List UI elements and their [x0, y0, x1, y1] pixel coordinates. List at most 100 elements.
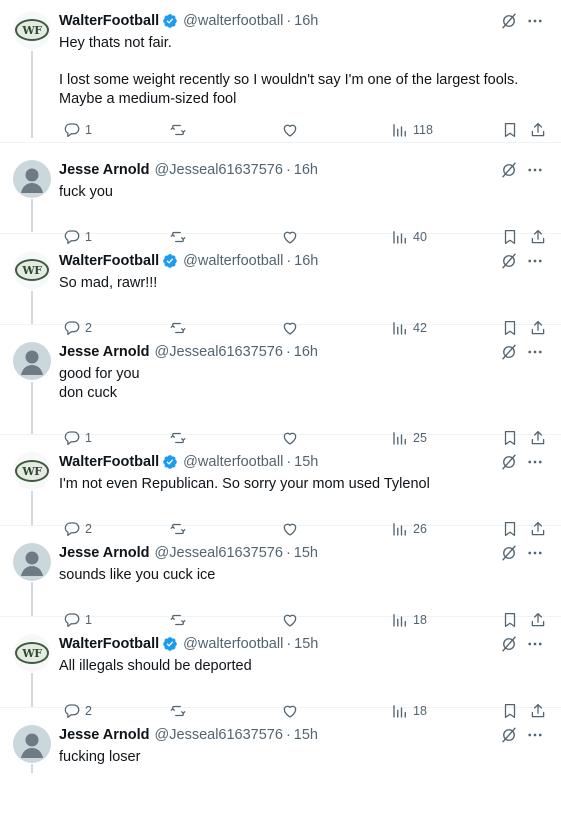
separator-dot: · — [285, 727, 291, 743]
post-text: good for you don cuck — [59, 366, 140, 401]
avatar-logo: WF — [15, 259, 49, 281]
grok-icon[interactable] — [500, 343, 518, 361]
post-text: fuck you — [59, 184, 113, 200]
avatar[interactable]: WF — [13, 251, 51, 289]
more-icon[interactable] — [526, 252, 544, 270]
post-text: I'm not even Republican. So sorry your m… — [59, 476, 430, 492]
post-text: sounds like you cuck ice — [59, 567, 216, 583]
post-header: WalterFootball @walterfootball · 15h — [59, 634, 318, 654]
post-timestamp[interactable]: 16h — [294, 162, 318, 178]
author-handle[interactable]: @walterfootball — [183, 253, 283, 269]
separator-dot: · — [286, 454, 292, 470]
share-icon — [529, 121, 547, 139]
author-handle[interactable]: @Jesseal61637576 — [155, 727, 283, 743]
post-text: fucking loser — [59, 749, 141, 765]
author-handle[interactable]: @walterfootball — [183, 636, 283, 652]
like-button[interactable] — [277, 120, 299, 140]
author-handle[interactable]: @walterfootball — [183, 454, 283, 470]
avatar[interactable]: WF — [13, 11, 51, 49]
separator-dot: · — [286, 636, 292, 652]
separator-dot: · — [286, 13, 292, 29]
more-icon[interactable] — [526, 453, 544, 471]
avatar[interactable] — [13, 342, 51, 380]
author-name[interactable]: WalterFootball — [59, 13, 159, 29]
reply-post: WF WalterFootball @walterfootball · 16h Hey t… — [0, 0, 561, 138]
more-icon[interactable] — [526, 544, 544, 562]
post-timestamp[interactable]: 15h — [294, 727, 318, 743]
views-count: 118 — [413, 123, 433, 137]
reply-button[interactable]: 1 — [59, 120, 92, 140]
avatar-logo: WF — [15, 642, 49, 664]
post-header: WalterFootball @walterfootball · 16h — [59, 11, 318, 31]
author-handle[interactable]: @Jesseal61637576 — [155, 344, 283, 360]
post-header: Jesse Arnold @Jesseal61637576 · 16h — [59, 160, 318, 180]
grok-icon[interactable] — [500, 453, 518, 471]
default-profile-icon — [21, 168, 43, 193]
repost-icon — [169, 121, 187, 139]
views-icon — [391, 121, 409, 139]
share-button[interactable] — [525, 120, 547, 140]
grok-icon[interactable] — [500, 544, 518, 562]
views-button[interactable]: 118 — [387, 120, 433, 140]
author-name[interactable]: Jesse Arnold — [59, 162, 150, 178]
post-timestamp[interactable]: 15h — [294, 636, 318, 652]
verified-badge-icon — [162, 454, 178, 470]
verified-badge-icon — [162, 13, 178, 29]
author-handle[interactable]: @Jesseal61637576 — [155, 545, 283, 561]
reply-thread: WF WalterFootball @walterfootball · 16h Hey t… — [0, 0, 561, 773]
post-header: Jesse Arnold @Jesseal61637576 · 15h — [59, 543, 318, 563]
reply-post: Jesse Arnold @Jesseal61637576 · 16h good for… — [0, 331, 561, 446]
separator-dot: · — [285, 344, 291, 360]
bookmark-button[interactable] — [497, 120, 519, 140]
separator-dot: · — [285, 162, 291, 178]
more-icon[interactable] — [526, 12, 544, 30]
post-timestamp[interactable]: 15h — [294, 454, 318, 470]
verified-badge-icon — [162, 636, 178, 652]
grok-icon[interactable] — [500, 726, 518, 744]
default-profile-icon — [21, 551, 43, 576]
author-name[interactable]: Jesse Arnold — [59, 727, 150, 743]
author-name[interactable]: WalterFootball — [59, 636, 159, 652]
reply-icon — [63, 121, 81, 139]
post-header: Jesse Arnold @Jesseal61637576 · 15h — [59, 725, 318, 745]
verified-badge-icon — [162, 253, 178, 269]
avatar-logo: WF — [15, 460, 49, 482]
post-timestamp[interactable]: 16h — [294, 13, 318, 29]
post-separator — [0, 142, 561, 143]
grok-icon[interactable] — [500, 161, 518, 179]
reply-count: 1 — [85, 123, 92, 137]
post-timestamp[interactable]: 16h — [294, 253, 318, 269]
post-timestamp[interactable]: 15h — [294, 545, 318, 561]
avatar[interactable] — [13, 160, 51, 198]
avatar[interactable] — [13, 543, 51, 581]
post-header: WalterFootball @walterfootball · 16h — [59, 251, 318, 271]
grok-icon[interactable] — [500, 252, 518, 270]
bookmark-icon — [501, 121, 519, 139]
grok-icon[interactable] — [500, 12, 518, 30]
post-text: Hey thats not fair. I lost some weight r… — [59, 35, 519, 107]
post-text: So mad, rawr!!! — [59, 275, 158, 291]
more-icon[interactable] — [526, 726, 544, 744]
separator-dot: · — [285, 545, 291, 561]
author-handle[interactable]: @Jesseal61637576 — [155, 162, 283, 178]
author-handle[interactable]: @walterfootball — [183, 13, 283, 29]
more-icon[interactable] — [526, 635, 544, 653]
avatar[interactable] — [13, 725, 51, 763]
author-name[interactable]: WalterFootball — [59, 253, 159, 269]
more-icon[interactable] — [526, 161, 544, 179]
author-name[interactable]: WalterFootball — [59, 454, 159, 470]
post-header: WalterFootball @walterfootball · 15h — [59, 452, 318, 472]
post-header: Jesse Arnold @Jesseal61637576 · 16h — [59, 342, 318, 362]
like-icon — [281, 121, 299, 139]
avatar[interactable]: WF — [13, 452, 51, 490]
avatar-logo: WF — [15, 19, 49, 41]
grok-icon[interactable] — [500, 635, 518, 653]
more-icon[interactable] — [526, 343, 544, 361]
post-timestamp[interactable]: 16h — [294, 344, 318, 360]
repost-button[interactable] — [165, 120, 187, 140]
default-profile-icon — [21, 733, 43, 758]
separator-dot: · — [286, 253, 292, 269]
author-name[interactable]: Jesse Arnold — [59, 344, 150, 360]
author-name[interactable]: Jesse Arnold — [59, 545, 150, 561]
avatar[interactable]: WF — [13, 634, 51, 672]
